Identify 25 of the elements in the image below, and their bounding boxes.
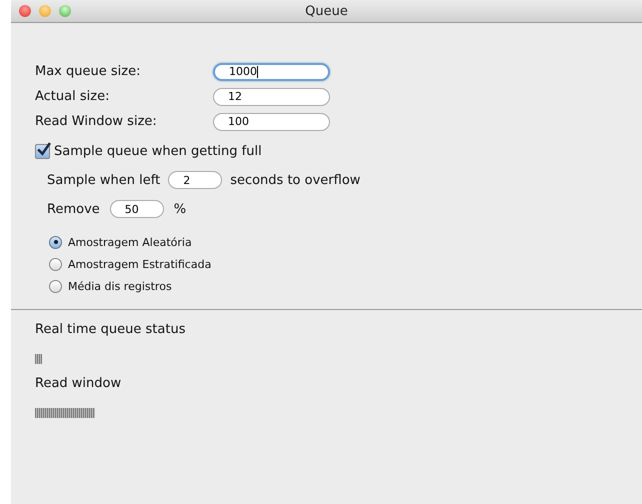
radio-label: Amostragem Aleatória	[68, 236, 192, 248]
radio-button[interactable]	[49, 280, 62, 292]
meter-label: Read window	[35, 376, 122, 393]
seconds-field[interactable]: 2	[168, 171, 222, 189]
percent-label: %	[174, 202, 186, 216]
sample-when-label: Sample when left	[47, 172, 160, 188]
close-button[interactable]	[19, 5, 31, 17]
checkbox[interactable]	[35, 144, 50, 158]
radio-label: Média dis registros	[68, 280, 172, 292]
input-field[interactable]: 12	[213, 88, 330, 106]
input-field[interactable]: 100	[213, 112, 330, 130]
input-field[interactable]: 1000	[213, 62, 330, 80]
field-label: Read Window size:	[35, 114, 158, 129]
zoom-button[interactable]	[59, 5, 71, 17]
field-label: Actual size:	[35, 89, 110, 104]
radio-label: Amostragem Estratificada	[68, 258, 212, 270]
checkbox-label: Sample queue when getting full	[54, 144, 262, 158]
seconds-label: seconds to overflow	[230, 172, 360, 188]
radio-button[interactable]	[49, 258, 62, 270]
radio-button[interactable]	[49, 236, 62, 248]
meter-label: Real time queue status	[35, 322, 186, 339]
field-label: Max queue size:	[35, 64, 142, 79]
percent-field[interactable]: 50	[110, 200, 164, 218]
remove-label: Remove	[47, 202, 100, 216]
window-title: Queue	[305, 4, 348, 18]
